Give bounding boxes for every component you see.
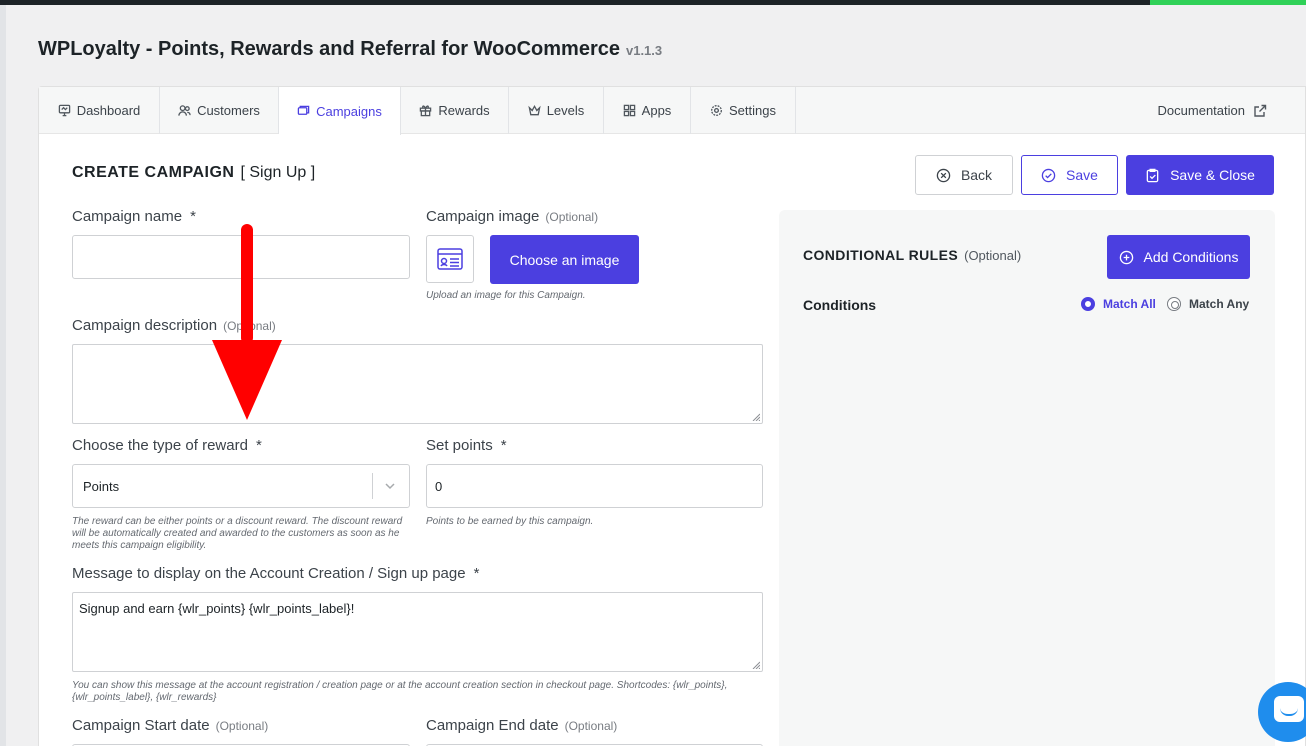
save-close-button[interactable]: Save & Close xyxy=(1126,155,1274,195)
label-text: Set points xyxy=(426,437,493,454)
campaign-description-textarea[interactable] xyxy=(72,344,763,424)
page-title: WPLoyalty - Points, Rewards and Referral… xyxy=(38,38,662,61)
tab-bar: Dashboard Customers Campaigns Rewards Le… xyxy=(39,87,1305,135)
set-points-help-text: Points to be earned by this campaign. xyxy=(426,516,594,527)
resize-handle-icon[interactable] xyxy=(752,413,760,421)
chevron-down-icon[interactable] xyxy=(383,479,397,493)
campaigns-icon xyxy=(297,105,310,115)
tab-label: Campaigns xyxy=(316,103,382,119)
plugin-title: WPLoyalty - Points, Rewards and Referral… xyxy=(38,38,620,60)
add-conditions-label: Add Conditions xyxy=(1143,249,1239,265)
tab-apps[interactable]: Apps xyxy=(604,87,691,134)
rules-title-text: CONDITIONAL RULES xyxy=(803,247,959,263)
label-text: Campaign Start date xyxy=(72,717,210,734)
label-text: Campaign description xyxy=(72,317,218,334)
tab-label: Rewards xyxy=(438,103,490,118)
set-points-input[interactable]: 0 xyxy=(426,464,763,508)
message-label: Message to display on the Account Creati… xyxy=(72,565,479,582)
back-label: Back xyxy=(960,167,993,183)
dashboard-icon xyxy=(58,104,70,117)
check-circle-icon xyxy=(1041,168,1056,182)
label-text: Campaign End date xyxy=(426,717,559,734)
match-all-radio[interactable]: Match All xyxy=(1081,297,1156,311)
label-text: Campaign name xyxy=(72,208,183,225)
create-campaign-heading: CREATE CAMPAIGN [ Sign Up ] xyxy=(72,164,315,182)
settings-icon xyxy=(711,105,722,116)
form-heading: CREATE CAMPAIGN xyxy=(72,164,235,181)
reward-type-value: Points xyxy=(83,478,120,494)
reward-type-select[interactable]: Points xyxy=(72,464,410,508)
save-close-label: Save & Close xyxy=(1170,167,1255,183)
tab-dashboard[interactable]: Dashboard xyxy=(39,87,160,134)
start-date-label: Campaign Start date (Optional) xyxy=(72,717,268,734)
admin-top-bar xyxy=(0,0,1306,5)
set-points-label: Set points * xyxy=(426,437,507,454)
reward-type-label: Choose the type of reward * xyxy=(72,437,262,454)
admin-sidebar-edge xyxy=(0,5,6,746)
choose-image-button[interactable]: Choose an image xyxy=(490,235,639,284)
tab-settings[interactable]: Settings xyxy=(691,87,796,134)
rewards-icon xyxy=(420,105,432,117)
optional-mark: (Optional) xyxy=(215,719,269,733)
tab-label: Customers xyxy=(197,103,260,118)
campaign-name-label: Campaign name * xyxy=(72,208,196,225)
image-help-text: Upload an image for this Campaign. xyxy=(426,290,586,301)
close-circle-icon xyxy=(936,168,951,182)
optional-mark: (Optional) xyxy=(964,248,1022,263)
tab-label: Apps xyxy=(641,103,672,118)
conditional-rules-panel: CONDITIONAL RULES (Optional) Add Conditio… xyxy=(779,210,1275,746)
version-badge: v1.1.3 xyxy=(625,43,663,58)
required-mark: * xyxy=(473,565,480,582)
optional-mark: (Optional) xyxy=(564,719,618,733)
required-mark: * xyxy=(190,208,196,225)
radio-unselected-icon xyxy=(1167,297,1181,311)
resize-handle-icon[interactable] xyxy=(752,661,760,669)
tab-campaigns[interactable]: Campaigns xyxy=(279,87,401,135)
save-label: Save xyxy=(1066,167,1098,183)
tab-levels[interactable]: Levels xyxy=(509,87,604,134)
documentation-link[interactable]: Documentation xyxy=(1158,87,1267,134)
back-button[interactable]: Back xyxy=(915,155,1013,195)
levels-icon xyxy=(528,104,541,116)
message-help-text: You can show this message at the account… xyxy=(72,680,728,703)
plus-circle-icon xyxy=(1119,250,1133,264)
tab-label: Dashboard xyxy=(76,103,141,118)
annotation-arrow-icon xyxy=(212,224,282,420)
match-any-radio[interactable]: Match Any xyxy=(1167,297,1249,311)
apps-icon xyxy=(623,104,635,117)
documentation-label: Documentation xyxy=(1157,103,1245,118)
message-value: Signup and earn {wlr_points} {wlr_points… xyxy=(79,601,355,616)
tab-customers[interactable]: Customers xyxy=(160,87,279,134)
optional-mark: (Optional) xyxy=(545,210,599,224)
match-all-label: Match All xyxy=(1103,297,1156,311)
save-button[interactable]: Save xyxy=(1021,155,1118,195)
select-separator xyxy=(372,473,373,499)
conditions-label: Conditions xyxy=(803,297,877,313)
required-mark: * xyxy=(500,437,507,454)
progress-accent xyxy=(1150,0,1306,5)
customers-icon xyxy=(178,105,191,116)
tab-label: Settings xyxy=(729,103,776,118)
label-text: Choose the type of reward xyxy=(72,437,248,454)
image-placeholder-icon xyxy=(437,248,463,270)
rules-heading: CONDITIONAL RULES (Optional) xyxy=(803,247,1021,263)
label-text: Campaign image xyxy=(426,208,540,225)
image-preview xyxy=(426,235,474,283)
clipboard-check-icon xyxy=(1146,168,1159,182)
tab-rewards[interactable]: Rewards xyxy=(401,87,509,134)
campaign-kind: [ Sign Up ] xyxy=(240,164,316,181)
label-text: Message to display on the Account Creati… xyxy=(72,565,466,582)
reward-type-help-text: The reward can be either points or a dis… xyxy=(72,516,403,551)
tab-label: Levels xyxy=(546,103,585,118)
chat-icon xyxy=(1274,696,1304,722)
end-date-label: Campaign End date (Optional) xyxy=(426,717,617,734)
radio-selected-icon xyxy=(1081,297,1095,311)
message-textarea[interactable]: Signup and earn {wlr_points} {wlr_points… xyxy=(72,592,763,672)
add-conditions-button[interactable]: Add Conditions xyxy=(1107,235,1250,279)
match-any-label: Match Any xyxy=(1189,297,1250,311)
campaign-image-label: Campaign image (Optional) xyxy=(426,208,598,225)
required-mark: * xyxy=(255,437,262,454)
external-link-icon xyxy=(1254,104,1267,117)
